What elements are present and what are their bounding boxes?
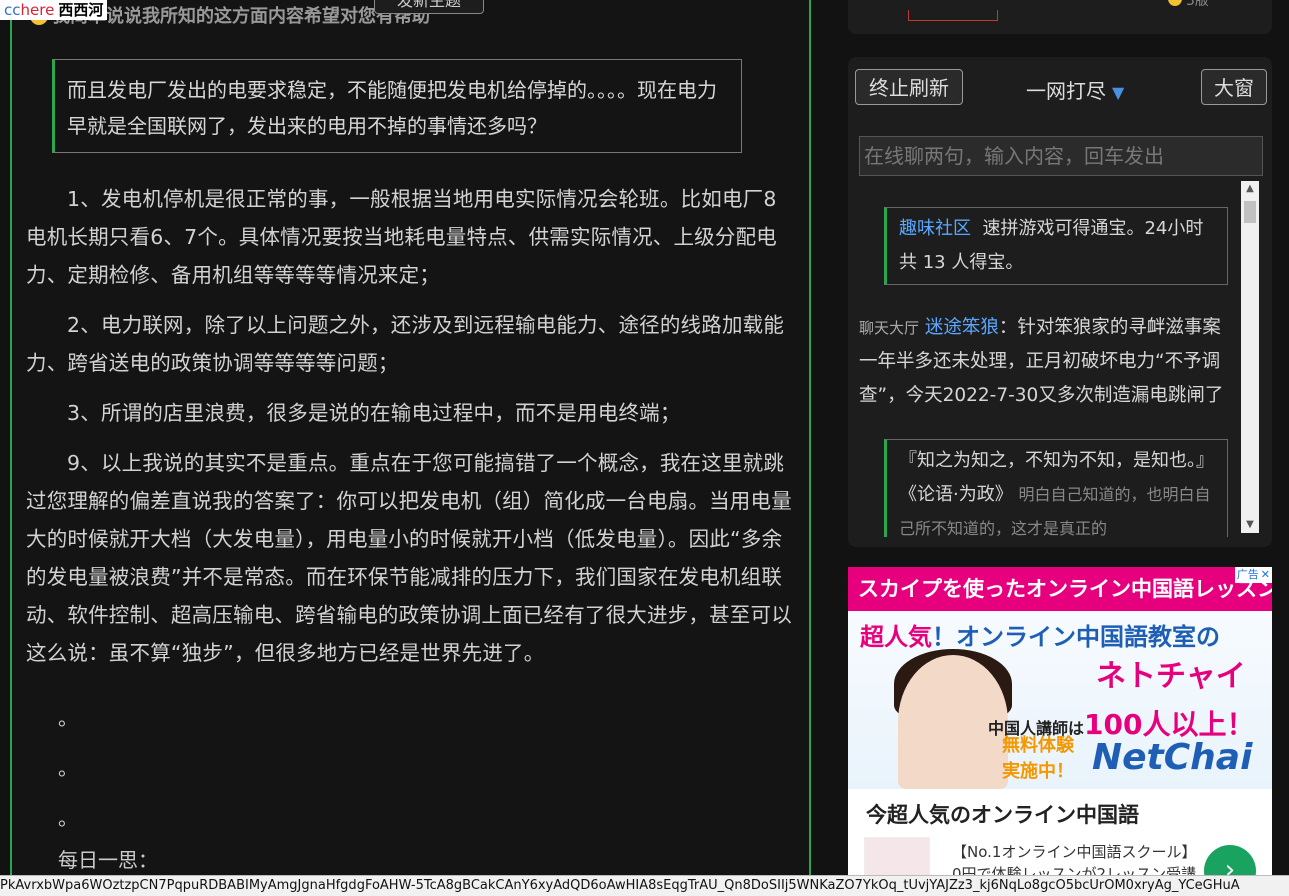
ad-headline: 超人気！オンライン中国語教室の	[860, 617, 1220, 652]
progress-box	[908, 10, 998, 21]
chat-scope-select[interactable]: 一网打尽 ▼	[1026, 75, 1124, 104]
stop-refresh-button[interactable]: 终止刷新	[855, 69, 963, 105]
ad-free-trial: 無料体験実施中！	[992, 733, 1084, 787]
ad-brand-line: ネトチャイ	[1096, 659, 1246, 694]
ad-title[interactable]: 今超人気のオンライン中国語	[866, 799, 1139, 829]
chat-user-link[interactable]: 迷途笨狼	[925, 317, 999, 338]
chat-message: 『知之为知之，不知为不知，是知也。』《论语·为政》 明白自己知道的，也明白自己所…	[884, 439, 1228, 537]
scroll-thumb[interactable]	[1244, 201, 1256, 223]
site-logo-badge[interactable]: cchere 西西河	[0, 0, 108, 20]
chat-scope-label: 一网打尽	[1026, 79, 1106, 103]
dropdown-arrow-icon: ▼	[1112, 83, 1125, 102]
ellipsis-dot: 。	[58, 806, 78, 830]
article-panel: 我简单说说我所知的这方面内容希望对您有帮助 而且发电厂发出的电要求稳定，不能随便…	[10, 0, 811, 886]
daily-thought-label: 每日一思：	[58, 848, 158, 872]
quoted-text: 而且发电厂发出的电要求稳定，不能随便把发电机给停掉的。。。。现在电力早就是全国联…	[52, 59, 742, 153]
status-url-bar: PkAvrxbWpa6WOztzpCN7PqpuRDBABIMyAmgJgnaH…	[0, 875, 1289, 896]
ellipsis-dot: 。	[58, 706, 78, 730]
big-window-button[interactable]: 大窗	[1201, 69, 1267, 105]
paragraph-3: 3、所谓的店里浪费，很多是说的在输电过程中，而不是用电终端；	[67, 401, 681, 425]
close-icon[interactable]: ✕	[1261, 568, 1270, 581]
chat-room-label: 聊天大厅	[859, 319, 920, 337]
ad-choices-badge[interactable]: 广告 ✕	[1234, 567, 1272, 583]
ad-logo: NetChai	[1092, 737, 1253, 778]
coin-text: 3版	[1186, 0, 1209, 9]
chat-input[interactable]	[859, 136, 1263, 176]
ad-free-b: 実施中！	[1002, 761, 1074, 782]
new-topic-button[interactable]: 发新主题	[374, 0, 484, 14]
logo-city: 西西河	[58, 1, 104, 19]
chat-message: 聊天大厅 迷途笨狼：针对笨狼家的寻衅滋事案一年半多还未处理，正月初破坏电力“不予…	[859, 311, 1235, 413]
scroll-down-icon[interactable]: ▼	[1241, 517, 1259, 533]
paragraph-1: 1、发电机停机是很正常的事，一般根据当地用电实际情况会轮班。比如电厂8电机长期只…	[26, 187, 777, 287]
ad-sub-a: 【No.1オンライン中国語スクール】	[952, 843, 1197, 861]
advertisement[interactable]: スカイプを使ったオンライン中国語レッスン 广告 ✕ 超人気！オンライン中国語教室の…	[848, 567, 1272, 885]
ad-headline-b: ！オンライン中国語教室	[932, 623, 1196, 651]
ad-headline-a: 超人気	[860, 623, 932, 651]
paragraph-2: 2、电力联网，除了以上问题之外，还涉及到远程输电能力、途径的线路加载能力、跨省送…	[26, 313, 785, 375]
logo-here: here	[20, 1, 55, 19]
logo-cc: cc	[4, 1, 21, 19]
ellipsis-dot: 。	[58, 756, 78, 780]
scroll-up-icon[interactable]: ▲	[1241, 181, 1259, 197]
ad-headline-c: の	[1196, 623, 1220, 651]
ad-label: 广告	[1236, 568, 1259, 581]
ad-free-a: 無料体験	[1002, 735, 1074, 756]
coin-icon	[1168, 0, 1182, 6]
chat-messages: 趣味社区 速拼游戏可得通宝。24小时共 13 人得宝。 聊天大厅 迷途笨狼：针对…	[859, 181, 1235, 537]
paragraph-4: 9、以上我说的其实不是重点。重点在于您可能搞错了一个概念，我在这里就跳过您理解的…	[26, 451, 792, 665]
top-widget: 3版	[848, 0, 1272, 34]
community-link[interactable]: 趣味社区	[899, 218, 971, 239]
chat-panel: 终止刷新 一网打尽 ▼ 大窗 趣味社区 速拼游戏可得通宝。24小时共 13 人得宝…	[848, 57, 1272, 547]
post-body: 1、发电机停机是很正常的事，一般根据当地用电实际情况会轮班。比如电厂8电机长期只…	[26, 180, 796, 684]
chat-scrollbar[interactable]: ▲ ▼	[1241, 181, 1259, 533]
chat-message: 趣味社区 速拼游戏可得通宝。24小时共 13 人得宝。	[884, 207, 1228, 285]
ad-banner-text: スカイプを使ったオンライン中国語レッスン	[848, 567, 1272, 611]
ad-image[interactable]: 超人気！オンライン中国語教室の ネトチャイ 中国人講師は100人以上！ 無料体験…	[848, 611, 1272, 789]
